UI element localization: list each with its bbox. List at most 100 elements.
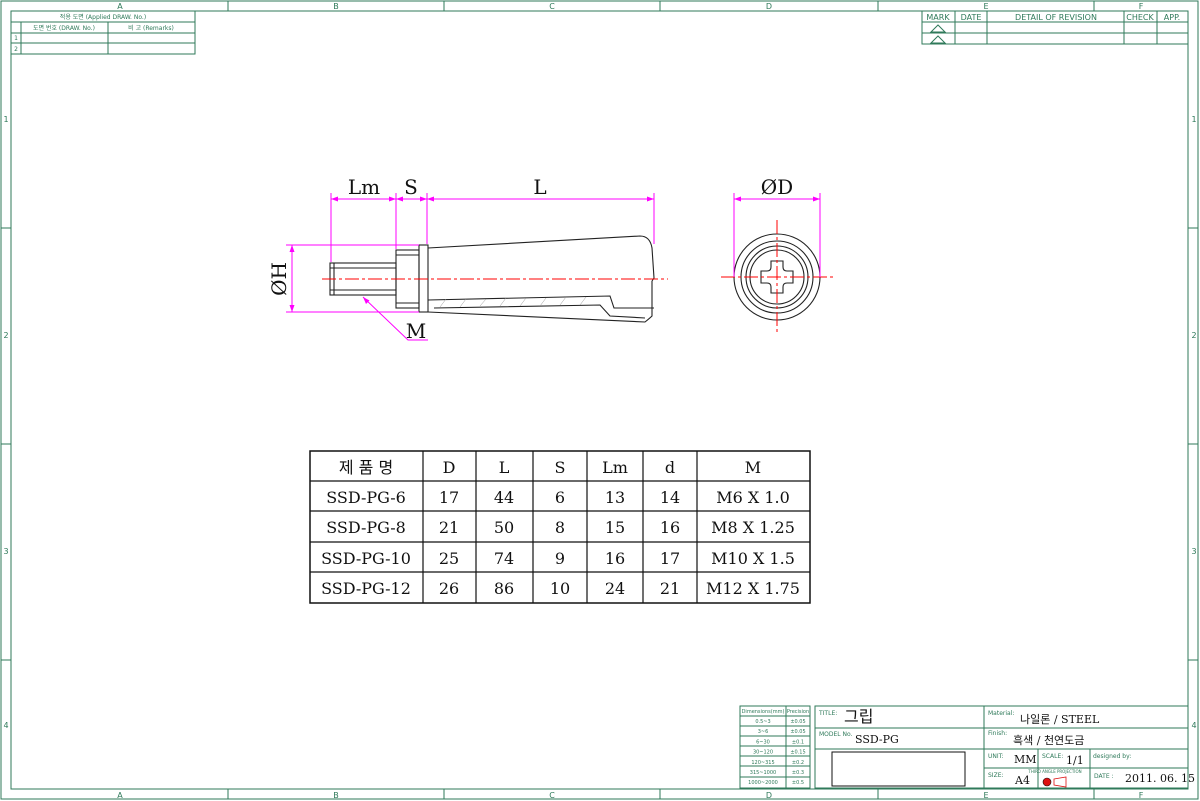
spec-header-m: M: [745, 458, 761, 477]
grip-end-view: [721, 193, 833, 334]
title-label: TITLE:: [818, 710, 837, 717]
size-value: A4: [1014, 774, 1030, 787]
spec-cell-m: M12 X 1.75: [706, 579, 800, 598]
zone-left-1: 1: [3, 115, 8, 124]
dim-label-l: L: [533, 175, 546, 199]
spec-header-s: S: [555, 458, 566, 477]
tolerance-cell-range: 1000~2000: [748, 780, 778, 786]
applied-box-row-1: 1: [14, 35, 18, 42]
revision-header-date: DATE: [961, 13, 982, 22]
spec-cell-l: 44: [494, 488, 514, 507]
spec-cell-lm: 16: [605, 549, 625, 568]
spec-cell-s: 9: [555, 549, 565, 568]
spec-cell-small-d: 17: [660, 549, 680, 568]
spec-cell-d: 25: [439, 549, 459, 568]
dim-label-h: ØH: [267, 262, 291, 296]
spec-cell-s: 6: [555, 488, 565, 507]
revision-header-app: APP.: [1164, 13, 1180, 22]
model-value: SSD-PG: [855, 733, 899, 746]
spec-header-lm: Lm: [602, 458, 628, 477]
spec-cell-l: 86: [494, 579, 514, 598]
tolerance-header-precision: Precision: [787, 709, 809, 715]
zone-left-3: 3: [3, 547, 8, 556]
spec-cell-product: SSD-PG-10: [321, 549, 411, 568]
spec-cell-m: M8 X 1.25: [711, 518, 795, 537]
model-label: MODEL No.: [819, 731, 853, 738]
tolerance-cell-precision: ±0.2: [792, 760, 804, 766]
revision-table: MARK DATE DETAIL OF REVISION CHECK APP.: [921, 10, 1189, 45]
spec-header-d: D: [443, 458, 456, 477]
revision-triangle-icon: [929, 24, 947, 33]
tolerance-cell-precision: ±0.5: [792, 780, 804, 786]
finish-value: 흑색 / 천연도금: [1013, 733, 1084, 747]
tolerance-cell-precision: ±0.05: [790, 729, 805, 735]
applied-box-col-drawing: 도면 번호 (DRAW. No.): [33, 24, 95, 32]
dim-label-s: S: [404, 175, 418, 199]
grip-body-bottom: [427, 281, 653, 323]
tolerance-cell-precision: ±0.1: [792, 739, 804, 745]
tolerance-cell-range: 6~30: [756, 739, 770, 745]
dim-label-m: M: [406, 319, 426, 343]
zone-ticks: [1, 1, 1198, 799]
dim-label-d: ØD: [761, 175, 793, 199]
scale-value: 1/1: [1066, 754, 1084, 767]
tolerance-cell-range: 0.5~3: [755, 719, 770, 725]
zone-right-4: 4: [1191, 721, 1196, 730]
date-value: 2011. 06. 15: [1125, 772, 1195, 785]
spec-cell-product: SSD-PG-6: [326, 488, 406, 507]
spec-cell-m: M10 X 1.5: [711, 549, 795, 568]
spec-cell-m: M6 X 1.0: [716, 488, 790, 507]
spec-cell-lm: 24: [605, 579, 625, 598]
spec-cell-d: 21: [439, 518, 459, 537]
zone-top-c: C: [549, 2, 555, 11]
spec-cell-lm: 13: [605, 488, 625, 507]
spec-cell-l: 50: [494, 518, 514, 537]
unit-label: UNIT:: [988, 753, 1004, 760]
tolerance-cell-range: 30~120: [753, 750, 773, 756]
drawing-sheet: A B C D E F A B C D E F 1 2 3 4 1 2 3 4 …: [0, 0, 1199, 800]
zone-top-d: D: [766, 2, 772, 11]
zone-right-2: 2: [1191, 331, 1196, 340]
tolerance-cell-precision: ±0.05: [790, 719, 805, 725]
zone-left-4: 4: [3, 721, 8, 730]
spec-cell-s: 8: [555, 518, 565, 537]
spec-cell-s: 10: [550, 579, 570, 598]
zone-right-1: 1: [1191, 115, 1196, 124]
date-label: DATE :: [1094, 773, 1114, 780]
spec-cell-product: SSD-PG-8: [326, 518, 406, 537]
zone-top-b: B: [333, 2, 339, 11]
zone-bottom-f: F: [1139, 791, 1144, 800]
spec-cell-d: 26: [439, 579, 459, 598]
material-value: 나일론 / STEEL: [1020, 712, 1100, 726]
tolerance-cell-precision: ±0.3: [792, 770, 804, 776]
unit-value: MM: [1014, 753, 1037, 766]
spec-header-product: 제 품 명: [339, 458, 393, 477]
spec-header-l: L: [499, 458, 510, 477]
revision-header-detail: DETAIL OF REVISION: [1015, 13, 1097, 22]
title-value: 그립: [844, 707, 873, 726]
projection-label: THIRD ANGLE PROJECTION: [1027, 769, 1081, 774]
revision-header-mark: MARK: [926, 13, 950, 22]
zone-left-2: 2: [3, 331, 8, 340]
tolerance-table-cells: Dimensions(mm) Precision 0.5~3 ±0.05 3~6 ±0.0…: [742, 709, 810, 786]
zone-top-a: A: [117, 2, 123, 11]
dimension-lines: [286, 193, 655, 341]
spec-cell-d: 17: [439, 488, 459, 507]
zone-bottom-e: E: [983, 791, 988, 800]
zone-bottom-d: D: [766, 791, 772, 800]
tolerance-cell-range: 3~6: [758, 729, 769, 735]
spec-cell-product: SSD-PG-12: [321, 579, 411, 598]
spec-cell-small-d: 16: [660, 518, 680, 537]
tolerance-cell-precision: ±0.15: [790, 750, 805, 756]
zone-top-f: F: [1139, 2, 1144, 11]
scale-label: SCALE:: [1042, 753, 1063, 760]
applied-drawing-box: 적용 도면 (Applied DRAW. No.) 도면 번호 (DRAW. N…: [10, 10, 196, 55]
zone-bottom-c: C: [549, 791, 555, 800]
spec-cell-small-d: 21: [660, 579, 680, 598]
zone-right-3: 3: [1191, 547, 1196, 556]
tolerance-header-dimensions: Dimensions(mm): [742, 709, 785, 715]
grip-side-view: [322, 235, 668, 323]
grip-body-top: [427, 235, 655, 282]
zone-bottom-b: B: [333, 791, 339, 800]
tolerance-cell-range: 315~1000: [750, 770, 776, 776]
